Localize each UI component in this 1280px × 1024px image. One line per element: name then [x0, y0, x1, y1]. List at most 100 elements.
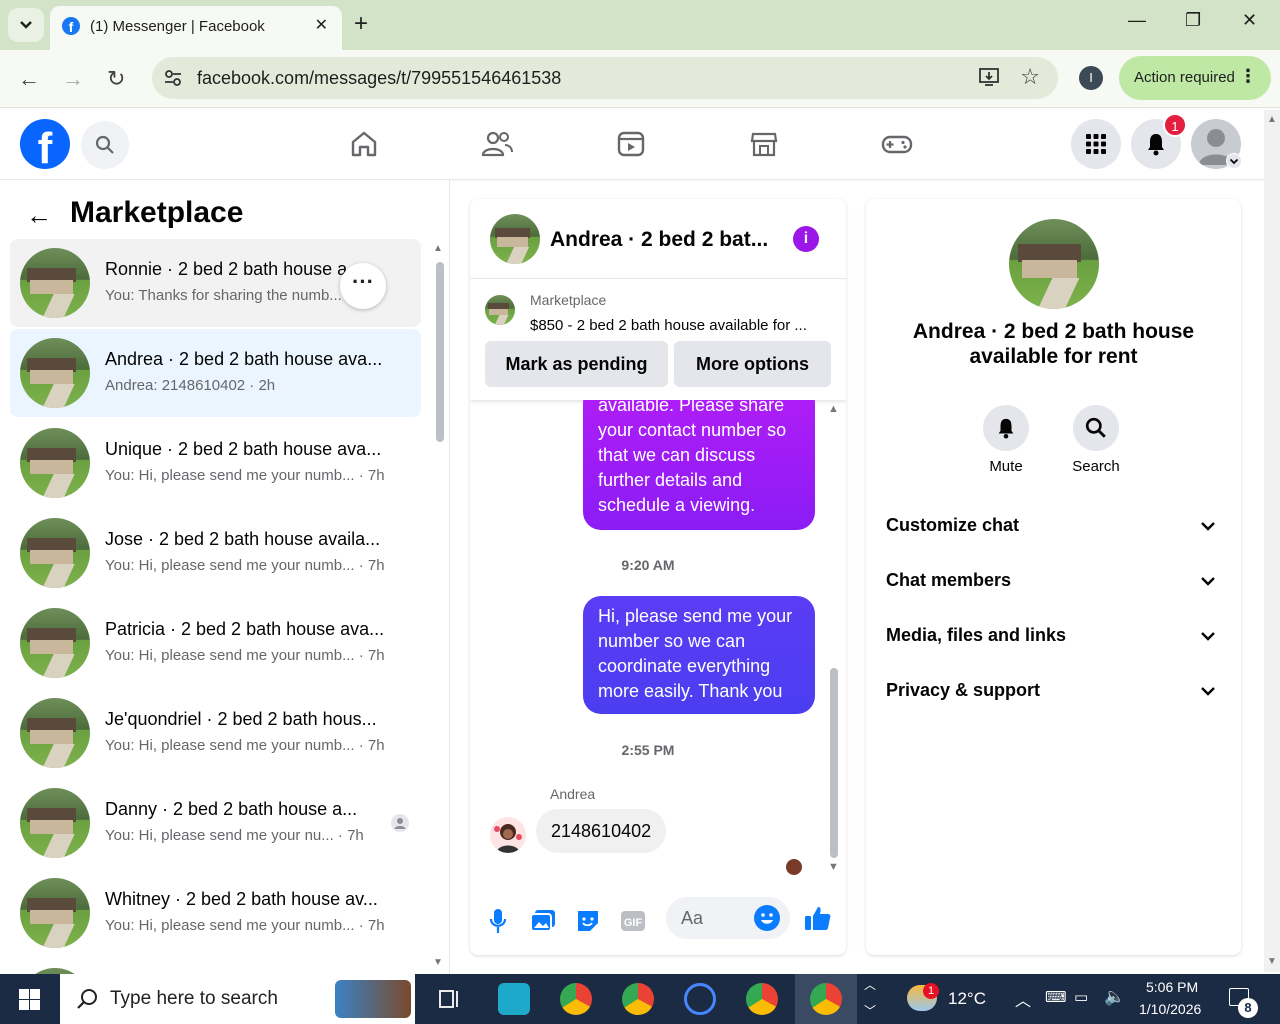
bookmark-star-icon[interactable]: ☆	[1020, 64, 1040, 90]
taskbar-active-app[interactable]	[795, 974, 857, 1024]
media-files-links-section[interactable]: Media, files and links	[886, 625, 1221, 665]
chat-scrollbar[interactable]	[830, 668, 838, 858]
back-arrow-icon[interactable]: ←	[26, 200, 52, 231]
windows-start-icon[interactable]	[19, 989, 40, 1010]
seen-by-user-icon	[391, 814, 409, 832]
chat-title[interactable]: Andrea · 2 bed 2 bat...	[550, 228, 770, 252]
scroll-up-arrow-icon[interactable]: ▲	[828, 403, 839, 415]
info-icon[interactable]: i	[793, 226, 819, 252]
search-highlight-image-icon	[335, 980, 411, 1018]
chrome-profile-s-icon[interactable]	[560, 983, 592, 1015]
browser-tab-bar: f (1) Messenger | Facebook ✕ + — ❐ ✕	[0, 0, 1280, 50]
attach-photo-button[interactable]	[528, 906, 558, 936]
scroll-down-arrow-icon[interactable]: ▼	[1267, 956, 1277, 967]
site-settings-icon[interactable]	[162, 67, 184, 89]
browser-profile-avatar[interactable]: I	[1079, 66, 1103, 90]
back-button[interactable]: ←	[18, 66, 40, 92]
svg-text:GIF: GIF	[624, 917, 643, 929]
marketplace-listing-banner: Marketplace $850 - 2 bed 2 bath house av…	[470, 280, 846, 400]
nav-video[interactable]	[614, 127, 648, 161]
conversation-item[interactable]: Danny · 2 bed 2 bath house a... You: Hi,…	[10, 779, 421, 867]
scroll-down-arrow-icon[interactable]: ▼	[828, 861, 839, 873]
sticker-button[interactable]	[573, 906, 603, 936]
message-input-placeholder: Aa	[681, 908, 704, 928]
scroll-down-arrow-icon[interactable]: ▼	[433, 957, 443, 968]
conversation-more-button[interactable]: ···	[340, 263, 386, 309]
surfshark-app-icon[interactable]	[498, 983, 530, 1015]
emoji-icon[interactable]	[754, 905, 780, 931]
url-text: facebook.com/messages/t/799551546461538	[197, 68, 562, 88]
scroll-up-arrow-icon[interactable]: ▲	[1267, 114, 1277, 125]
volume-icon[interactable]: 🔈	[1104, 987, 1125, 1007]
search-icon	[95, 135, 114, 154]
task-view-icon[interactable]	[438, 987, 462, 1011]
gif-button[interactable]: GIF	[618, 906, 648, 936]
chat-avatar[interactable]	[490, 214, 540, 264]
sender-avatar[interactable]	[490, 817, 526, 853]
conversation-name: Unique · 2 bed 2 bath house ava...	[105, 439, 382, 459]
more-options-button[interactable]: More options	[674, 341, 831, 387]
conversation-item[interactable]: Whitney · 2 bed 2 bath house av... You: …	[10, 869, 421, 957]
minimize-button[interactable]: —	[1128, 10, 1146, 31]
nav-friends[interactable]	[480, 127, 514, 161]
tab-title: (1) Messenger | Facebook	[90, 18, 265, 35]
nav-marketplace[interactable]	[747, 127, 781, 161]
restore-button[interactable]: ❐	[1185, 10, 1201, 31]
customize-chat-section[interactable]: Customize chat	[886, 515, 1221, 555]
nordvpn-app-icon[interactable]	[684, 983, 716, 1015]
privacy-support-section[interactable]: Privacy & support	[886, 680, 1221, 720]
clock-date[interactable]: 1/10/2026	[1139, 1001, 1201, 1017]
action-required-button[interactable]: Action required ⋮	[1119, 56, 1271, 100]
home-icon	[351, 131, 377, 157]
account-chevron-icon[interactable]	[1226, 153, 1242, 169]
mute-button[interactable]	[983, 405, 1029, 451]
conversation-item[interactable]: Jose · 2 bed 2 bath house availa... You:…	[10, 509, 421, 597]
conversation-item[interactable]: Patricia · 2 bed 2 bath house ava... You…	[10, 599, 421, 687]
conversation-list-scrollbar[interactable]	[436, 262, 444, 442]
message-input[interactable]: Aa	[666, 897, 790, 939]
chat-members-section[interactable]: Chat members	[886, 570, 1221, 610]
chrome-profile-3-icon[interactable]	[746, 983, 778, 1015]
conversation-name: Danny · 2 bed 2 bath house a...	[105, 799, 358, 819]
taskbar-scroll-down-icon[interactable]: ﹀	[864, 1002, 876, 1019]
facebook-search-button[interactable]	[81, 121, 129, 169]
facebook-logo-icon[interactable]: f	[20, 119, 70, 169]
menu-button[interactable]	[1071, 119, 1121, 169]
reload-button[interactable]: ↻	[107, 66, 125, 92]
show-hidden-icons-icon[interactable]: ︿	[1015, 987, 1031, 1011]
conversation-item[interactable]: Unique · 2 bed 2 bath house ava... You: …	[10, 419, 421, 507]
voice-clip-button[interactable]	[483, 906, 513, 936]
address-bar[interactable]: facebook.com/messages/t/799551546461538 …	[152, 57, 1058, 99]
taskbar-scroll-up-icon[interactable]: ︿	[864, 976, 876, 993]
chrome-profile-2-icon[interactable]	[622, 983, 654, 1015]
conversation-item[interactable]: Je'quondriel · 2 bed 2 bath hous... You:…	[10, 689, 421, 777]
search-in-conversation-button[interactable]	[1073, 405, 1119, 451]
scroll-up-arrow-icon[interactable]: ▲	[433, 243, 443, 254]
conversation-item-selected[interactable]: Andrea · 2 bed 2 bath house ava... Andre…	[10, 329, 421, 417]
forward-button[interactable]: →	[62, 66, 84, 92]
incoming-message: 2148610402	[536, 809, 667, 853]
weather-temperature[interactable]: 12°C	[948, 989, 986, 1009]
close-tab-icon[interactable]: ✕	[315, 15, 328, 35]
new-tab-button[interactable]: +	[354, 10, 368, 38]
network-icon[interactable]: ▭	[1074, 988, 1088, 1006]
close-window-button[interactable]: ✕	[1242, 10, 1257, 31]
tab-search-dropdown[interactable]	[8, 8, 44, 42]
chrome-active-icon	[810, 983, 842, 1015]
nav-gaming[interactable]	[880, 127, 914, 161]
profile-photo-icon	[494, 824, 522, 853]
conversation-item[interactable]	[10, 959, 421, 974]
taskbar-search-box[interactable]: Type here to search	[60, 974, 415, 1024]
browser-tab[interactable]: f (1) Messenger | Facebook ✕	[50, 6, 342, 50]
meet-now-icon[interactable]: ⌨	[1045, 988, 1067, 1006]
page-scrollbar[interactable]: ▲ ▼	[1264, 110, 1280, 972]
sender-name: Andrea	[550, 786, 596, 802]
install-app-icon[interactable]	[978, 66, 1000, 88]
mark-as-pending-button[interactable]: Mark as pending	[485, 341, 668, 387]
chevron-down-icon	[20, 21, 32, 29]
listing-description[interactable]: $850 - 2 bed 2 bath house available for …	[530, 317, 830, 334]
like-button[interactable]	[803, 903, 833, 933]
conversation-list-panel: ← Marketplace Ronnie · 2 bed 2 bath hous…	[0, 180, 450, 974]
clock-time[interactable]: 5:06 PM	[1146, 979, 1198, 995]
nav-home[interactable]	[347, 127, 381, 161]
